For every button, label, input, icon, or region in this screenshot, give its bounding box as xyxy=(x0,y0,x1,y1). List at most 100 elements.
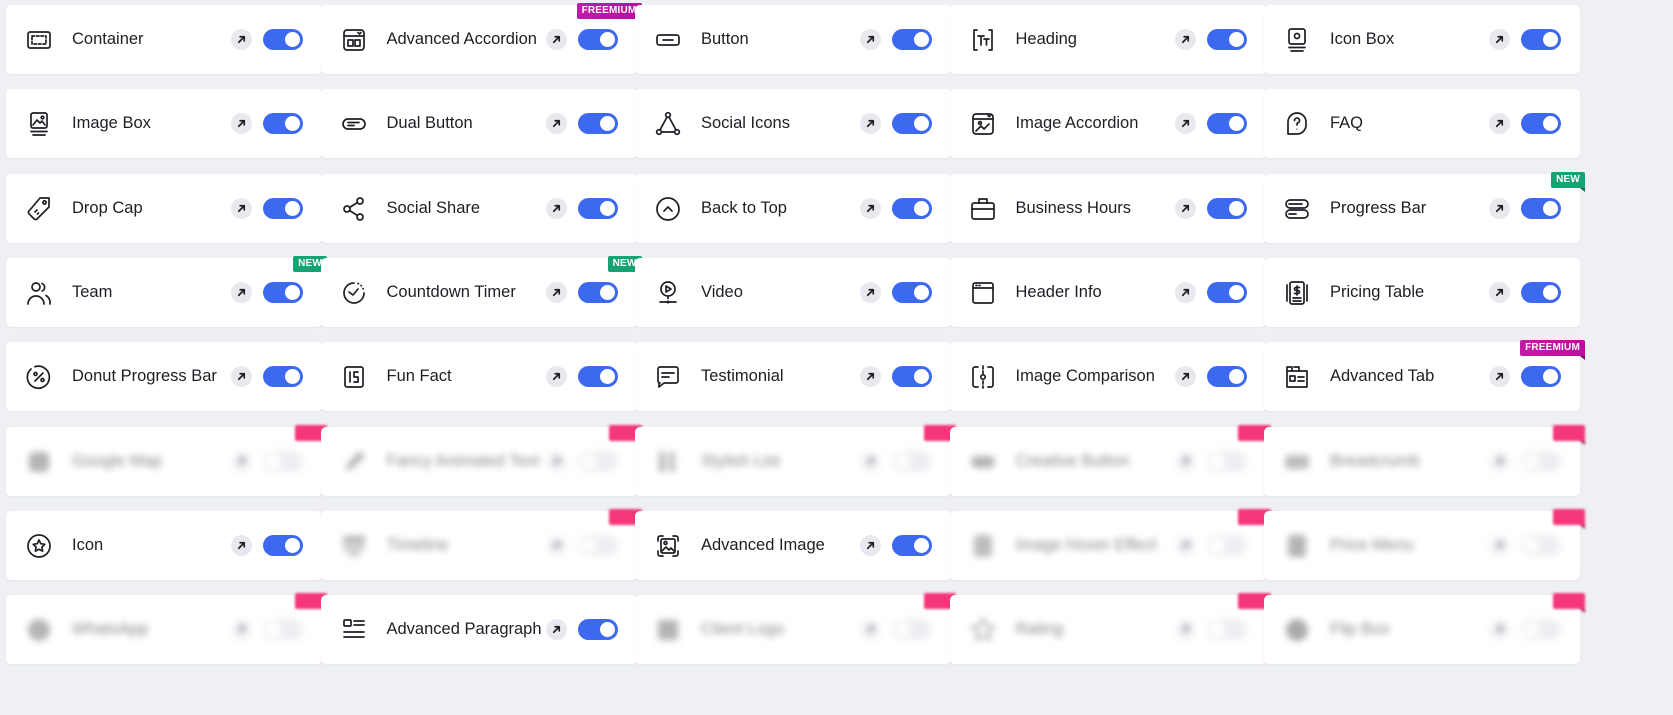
arrow-up-right-icon xyxy=(1495,626,1504,634)
widget-toggle[interactable] xyxy=(577,29,618,50)
widget-toggle[interactable] xyxy=(577,197,618,219)
widget-toggle[interactable] xyxy=(1206,281,1247,303)
external-link-button[interactable] xyxy=(1174,29,1196,50)
widget-toggle[interactable] xyxy=(892,29,932,50)
external-link-button[interactable] xyxy=(860,197,881,219)
external-link-button[interactable] xyxy=(1489,619,1510,641)
external-link-button[interactable] xyxy=(860,534,881,556)
widget-toggle[interactable] xyxy=(1206,29,1247,50)
pen-icon xyxy=(340,448,368,476)
external-link-button[interactable] xyxy=(231,197,252,219)
widget-label: Breadcrumb xyxy=(1330,451,1420,470)
external-link-button[interactable] xyxy=(860,450,881,472)
arrow-up-right-icon xyxy=(1495,457,1504,465)
widget-toggle[interactable] xyxy=(1521,534,1561,556)
widget-toggle[interactable] xyxy=(577,281,618,303)
external-link-button[interactable] xyxy=(545,450,567,472)
widget-toggle[interactable] xyxy=(1206,197,1247,219)
external-link-button[interactable] xyxy=(1174,534,1196,556)
widget-toggle[interactable] xyxy=(1521,450,1561,472)
widget-toggle[interactable] xyxy=(577,534,618,556)
arrow-up-right-icon xyxy=(552,35,560,44)
external-link-button[interactable] xyxy=(231,619,252,641)
external-link-button[interactable] xyxy=(1174,619,1196,641)
external-link-button[interactable] xyxy=(545,366,567,388)
widget-card-content: Breadcrumb xyxy=(1264,427,1580,496)
widget-toggle[interactable] xyxy=(1521,197,1561,219)
widget-toggle[interactable] xyxy=(263,113,303,135)
widget-card-dual-button: Dual Button xyxy=(320,89,637,159)
external-link-button[interactable] xyxy=(545,197,567,219)
widget-toggle[interactable] xyxy=(263,281,303,303)
widget-toggle[interactable] xyxy=(1521,281,1561,303)
external-link-button[interactable] xyxy=(545,29,567,50)
widget-toggle[interactable] xyxy=(577,450,618,472)
dual-button-icon xyxy=(340,110,368,138)
widget-toggle[interactable] xyxy=(1521,29,1561,50)
external-link-button[interactable] xyxy=(1174,113,1196,135)
widget-toggle[interactable] xyxy=(263,534,303,556)
widget-label: FAQ xyxy=(1330,114,1364,133)
external-link-button[interactable] xyxy=(545,619,567,641)
widget-toggle[interactable] xyxy=(263,29,303,50)
widget-toggle[interactable] xyxy=(892,534,932,556)
widget-card-content: Button xyxy=(635,5,951,74)
widget-toggle[interactable] xyxy=(892,366,932,388)
widget-toggle[interactable] xyxy=(892,113,932,135)
widget-toggle[interactable] xyxy=(1206,534,1247,556)
external-link-button[interactable] xyxy=(545,113,567,135)
widget-toggle[interactable] xyxy=(892,281,932,303)
faq-icon xyxy=(1283,110,1311,138)
widget-toggle[interactable] xyxy=(577,619,618,641)
widget-label: Team xyxy=(72,282,113,301)
external-link-button[interactable] xyxy=(231,281,252,303)
widget-card-content: Dual Button xyxy=(321,89,637,158)
external-link-button[interactable] xyxy=(860,29,881,50)
external-link-button[interactable] xyxy=(231,113,252,135)
widget-toggle[interactable] xyxy=(1206,619,1247,641)
toggle-knob xyxy=(266,453,281,469)
external-link-button[interactable] xyxy=(1489,113,1510,135)
widget-toggle[interactable] xyxy=(1206,450,1247,472)
external-link-button[interactable] xyxy=(231,366,252,388)
widget-toggle[interactable] xyxy=(577,366,618,388)
widget-card-rating: RatingPRO xyxy=(949,593,1271,665)
widget-toggle[interactable] xyxy=(892,450,932,472)
widget-toggle[interactable] xyxy=(1521,619,1561,641)
external-link-button[interactable] xyxy=(1174,450,1196,472)
external-link-button[interactable] xyxy=(1489,29,1510,50)
widget-toggle[interactable] xyxy=(1206,366,1247,388)
widget-toggle[interactable] xyxy=(892,197,932,219)
external-link-button[interactable] xyxy=(1489,197,1510,219)
widget-toggle[interactable] xyxy=(263,197,303,219)
widget-toggle[interactable] xyxy=(1521,366,1561,388)
external-link-button[interactable] xyxy=(231,450,252,472)
external-link-button[interactable] xyxy=(545,534,567,556)
widget-toggle[interactable] xyxy=(892,619,932,641)
widget-toggle[interactable] xyxy=(1206,113,1247,135)
widget-toggle[interactable] xyxy=(263,619,303,641)
external-link-button[interactable] xyxy=(1489,281,1510,303)
external-link-button[interactable] xyxy=(545,281,567,303)
external-link-button[interactable] xyxy=(231,29,252,50)
external-link-button[interactable] xyxy=(860,281,881,303)
widget-toggle[interactable] xyxy=(577,113,618,135)
external-link-button[interactable] xyxy=(1174,197,1196,219)
external-link-button[interactable] xyxy=(860,619,881,641)
arrow-up-right-icon xyxy=(1181,120,1189,128)
widget-toggle[interactable] xyxy=(263,450,303,472)
external-link-button[interactable] xyxy=(1174,366,1196,388)
widget-card-content: Rating xyxy=(950,595,1266,664)
external-link-button[interactable] xyxy=(1489,450,1510,472)
arrow-up-right-icon xyxy=(552,457,560,465)
external-link-button[interactable] xyxy=(1489,534,1510,556)
external-link-button[interactable] xyxy=(231,534,252,556)
widget-toggle[interactable] xyxy=(1521,113,1561,135)
external-link-button[interactable] xyxy=(860,366,881,388)
external-link-button[interactable] xyxy=(1174,281,1196,303)
external-link-button[interactable] xyxy=(1489,366,1510,388)
widget-card-content: Image Hover Effect xyxy=(950,511,1266,580)
widget-toggle[interactable] xyxy=(263,366,303,388)
external-link-button[interactable] xyxy=(860,113,881,135)
widget-label: Image Comparison xyxy=(1015,367,1155,386)
